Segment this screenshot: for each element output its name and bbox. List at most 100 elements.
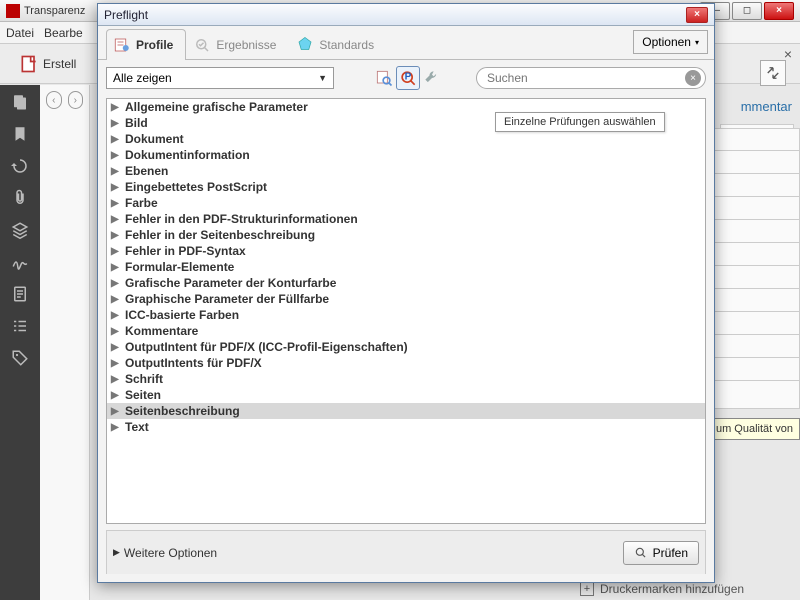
- undo-icon[interactable]: [11, 157, 29, 175]
- tree-category[interactable]: ▶ Fehler in der Seitenbeschreibung: [107, 227, 705, 243]
- list-item[interactable]: [712, 358, 800, 381]
- expand-triangle-icon[interactable]: ▶: [111, 166, 121, 177]
- expand-triangle-icon[interactable]: ▶: [111, 358, 121, 369]
- list-item[interactable]: [712, 312, 800, 335]
- expand-icon[interactable]: [760, 60, 786, 86]
- run-check-button[interactable]: Prüfen: [623, 541, 699, 565]
- category-tree[interactable]: ▶Allgemeine grafische Parameter▶Bild▶Dok…: [106, 98, 706, 524]
- maximize-button[interactable]: ◻: [732, 2, 762, 20]
- clear-search-icon[interactable]: ×: [685, 70, 701, 86]
- expand-triangle-icon[interactable]: ▶: [111, 214, 121, 225]
- tree-category-label: Formular-Elemente: [125, 260, 234, 274]
- tree-category[interactable]: ▶ Formular-Elemente: [107, 259, 705, 275]
- filter-combo[interactable]: Alle zeigen ▼: [106, 67, 334, 89]
- expand-triangle-icon[interactable]: ▶: [111, 278, 121, 289]
- tab-standards[interactable]: Standards: [289, 29, 387, 60]
- menu-file[interactable]: Datei: [6, 26, 34, 40]
- list-item[interactable]: [712, 335, 800, 358]
- tree-category-label: Fehler in der Seitenbeschreibung: [125, 228, 315, 242]
- tab-profile[interactable]: Profile: [106, 29, 186, 60]
- comment-panel-label[interactable]: mmentar: [733, 95, 800, 118]
- tree-category-label: Kommentare: [125, 324, 198, 338]
- list-item[interactable]: [712, 174, 800, 197]
- expand-triangle-icon[interactable]: ▶: [111, 182, 121, 193]
- tree-category[interactable]: ▶ Schrift: [107, 371, 705, 387]
- create-pdf-button[interactable]: Erstell: [10, 49, 85, 79]
- nav-back-icon[interactable]: ‹: [46, 91, 62, 109]
- single-checks-icon[interactable]: P: [396, 66, 420, 90]
- expand-triangle-icon[interactable]: ▶: [111, 342, 121, 353]
- dialog-titlebar[interactable]: Preflight ×: [98, 4, 714, 26]
- tree-category[interactable]: ▶Dokumentinformation: [107, 147, 705, 163]
- expand-triangle-icon[interactable]: ▶: [111, 134, 121, 145]
- expand-triangle-icon[interactable]: ▶: [111, 390, 121, 401]
- list-item[interactable]: [712, 220, 800, 243]
- menu-edit[interactable]: Bearbe: [44, 26, 83, 40]
- dialog-close-button[interactable]: ×: [686, 7, 708, 23]
- tree-category[interactable]: ▶Text: [107, 419, 705, 435]
- tree-category[interactable]: ▶ Kommentare: [107, 323, 705, 339]
- tree-category[interactable]: ▶Seitenbeschreibung: [107, 403, 705, 419]
- expand-triangle-icon[interactable]: ▶: [111, 150, 121, 161]
- layers-icon[interactable]: [11, 221, 29, 239]
- tag-icon[interactable]: [11, 349, 29, 367]
- list-item[interactable]: [712, 243, 800, 266]
- tree-category-label: OutputIntent für PDF/X (ICC-Profil-Eigen…: [125, 340, 408, 354]
- tree-category[interactable]: ▶Fehler in den PDF-Strukturinformationen: [107, 211, 705, 227]
- options-button[interactable]: Optionen▾: [633, 30, 708, 54]
- list-item[interactable]: [712, 289, 800, 312]
- tree-category-label: Fehler in PDF-Syntax: [125, 244, 246, 258]
- tree-category-label: Eingebettetes PostScript: [125, 180, 267, 194]
- expand-triangle-icon[interactable]: ▶: [111, 102, 121, 113]
- tree-category-label: Schrift: [125, 372, 163, 386]
- bookmark-icon[interactable]: [11, 125, 29, 143]
- search-input[interactable]: [487, 71, 685, 85]
- expand-triangle-icon[interactable]: ▶: [111, 374, 121, 385]
- tree-category[interactable]: ▶Ebenen: [107, 163, 705, 179]
- expand-triangle-icon[interactable]: ▶: [111, 118, 121, 129]
- pdf-icon: [6, 4, 20, 18]
- tree-category[interactable]: ▶Graphische Parameter der Füllfarbe: [107, 291, 705, 307]
- tree-category[interactable]: ▶Farbe: [107, 195, 705, 211]
- expand-triangle-icon[interactable]: ▶: [111, 422, 121, 433]
- expand-triangle-icon[interactable]: ▶: [111, 230, 121, 241]
- tree-category-label: Dokument: [125, 132, 184, 146]
- close-button[interactable]: ×: [764, 2, 794, 20]
- dialog-footer: ▶ Weitere Optionen Prüfen: [106, 530, 706, 574]
- pages-icon[interactable]: [11, 93, 29, 111]
- expand-triangle-icon[interactable]: ▶: [111, 406, 121, 417]
- bottom-caption[interactable]: + Druckermarken hinzufügen: [580, 582, 744, 596]
- dialog-toolbar: Alle zeigen ▼ P ×: [98, 60, 714, 96]
- tree-category[interactable]: ▶Seiten: [107, 387, 705, 403]
- tree-category[interactable]: ▶ OutputIntent für PDF/X (ICC-Profil-Eige…: [107, 339, 705, 355]
- expand-triangle-icon[interactable]: ▶: [111, 198, 121, 209]
- expand-triangle-icon[interactable]: ▶: [111, 310, 121, 321]
- tooltip: um Qualität von: [709, 418, 800, 440]
- more-options-toggle[interactable]: ▶ Weitere Optionen: [113, 546, 623, 560]
- expand-triangle-icon[interactable]: ▶: [111, 246, 121, 257]
- list-item[interactable]: [712, 128, 800, 151]
- list-item[interactable]: [712, 197, 800, 220]
- profiles-view-icon[interactable]: [372, 66, 396, 90]
- tab-results[interactable]: Ergebnisse: [186, 29, 289, 60]
- expand-triangle-icon[interactable]: ▶: [111, 262, 121, 273]
- search-field[interactable]: ×: [476, 67, 706, 89]
- tree-category-label: Allgemeine grafische Parameter: [125, 100, 308, 114]
- list-item[interactable]: [712, 381, 800, 409]
- list-item[interactable]: [712, 266, 800, 289]
- fixups-icon[interactable]: [420, 66, 444, 90]
- expand-triangle-icon[interactable]: ▶: [111, 294, 121, 305]
- nav-fwd-icon[interactable]: ›: [68, 91, 84, 109]
- tree-category[interactable]: ▶ Eingebettetes PostScript: [107, 179, 705, 195]
- signature-icon[interactable]: [11, 253, 29, 271]
- tree-category[interactable]: ▶OutputIntents für PDF/X: [107, 355, 705, 371]
- attachment-icon[interactable]: [11, 189, 29, 207]
- tree-category[interactable]: ▶ICC-basierte Farben: [107, 307, 705, 323]
- tree-category[interactable]: ▶ Dokument: [107, 131, 705, 147]
- tree-category[interactable]: ▶Grafische Parameter der Konturfarbe: [107, 275, 705, 291]
- tree-category[interactable]: ▶ Fehler in PDF-Syntax: [107, 243, 705, 259]
- list-item[interactable]: [712, 151, 800, 174]
- list-icon[interactable]: [11, 317, 29, 335]
- doc-icon[interactable]: [11, 285, 29, 303]
- expand-triangle-icon[interactable]: ▶: [111, 326, 121, 337]
